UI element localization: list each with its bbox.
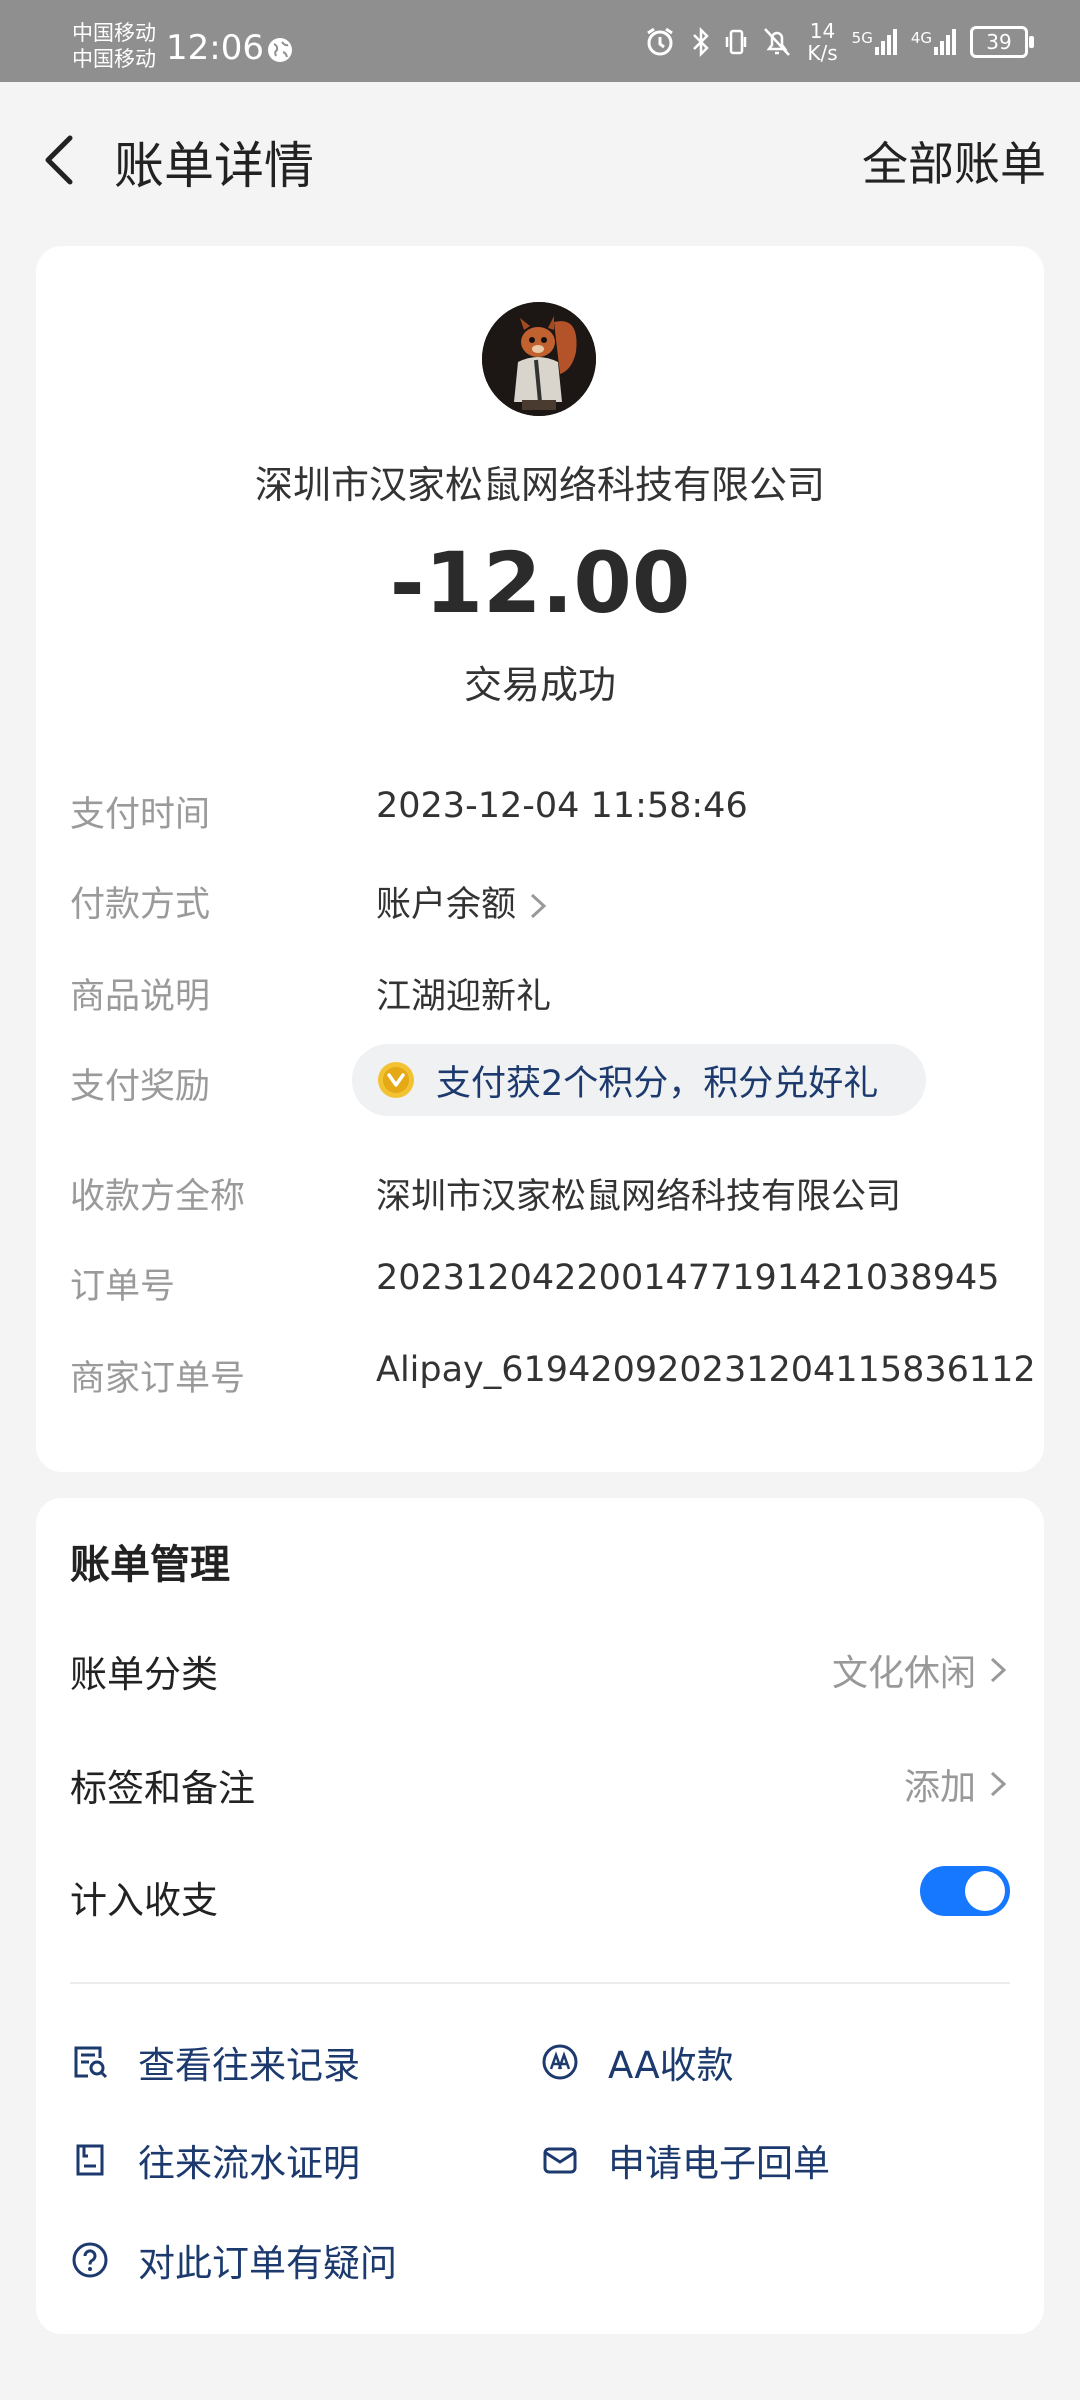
detail-value: 深圳市汉家松鼠网络科技有限公司: [376, 1177, 902, 1217]
detail-label: 商品说明: [70, 977, 211, 1017]
category-value: 文化休闲: [831, 1653, 976, 1694]
divider: [70, 1982, 1010, 1984]
status-time: 12:06: [166, 28, 264, 68]
aa-icon: [542, 2044, 578, 2080]
detail-row-merchant-order-no: 商家订单号 Alipay_61942092023120411583611​2: [70, 1350, 1036, 1410]
merchant-name: 深圳市汉家松鼠网络科技有限公司: [254, 463, 825, 507]
toggle-knob: [965, 1871, 1005, 1911]
carrier-info: 中国移动 中国移动: [72, 20, 156, 72]
net-speed: 14 K/s: [807, 20, 837, 64]
pay-method-link[interactable]: 账户余额: [376, 876, 550, 927]
battery-icon: 39: [970, 26, 1034, 58]
category-label: 账单分类: [70, 1653, 218, 1696]
signal-5g-bars-icon: [874, 29, 897, 55]
status-bar: 中国移动 中国移动 12:06 14 K/s 5G 4G 39: [0, 0, 1080, 82]
tags-notes-row[interactable]: 标签和备注 添加: [70, 1758, 1010, 1818]
vibrate-icon: [726, 29, 747, 55]
section-title: 账单管理: [70, 1542, 230, 1588]
detail-label: 支付奖励: [70, 1067, 211, 1107]
question-icon: [72, 2242, 108, 2278]
include-label: 计入收支: [70, 1879, 218, 1922]
squirrel-avatar-icon: [482, 302, 596, 416]
mute-bell-icon: [764, 28, 791, 56]
e-receipt-label: 申请电子回单: [608, 2142, 830, 2185]
order-question-label: 对此订单有疑问: [138, 2242, 397, 2285]
reward-pill[interactable]: 支付获2个积分，积分兑好礼: [352, 1044, 926, 1116]
detail-value: 2023120422001477191421038945: [376, 1258, 1000, 1298]
alarm-icon: [647, 27, 674, 56]
detail-value: 2023-12-04 11:58:46: [376, 786, 748, 826]
battery-level: 39: [986, 30, 1012, 54]
bluetooth-icon: [693, 26, 710, 58]
include-in-stats-row: 计入收支: [70, 1866, 1010, 1930]
flow-proof-action[interactable]: 往来流水证明: [70, 2132, 360, 2188]
aa-collect-action[interactable]: AA收款: [540, 2034, 734, 2090]
category-value-link[interactable]: 文化休闲: [832, 1644, 1010, 1696]
detail-row-pay-time: 支付时间 2023-12-04 11:58:46: [70, 786, 1030, 846]
carrier-2: 中国移动: [72, 47, 156, 71]
record-search-icon: [74, 2046, 108, 2079]
chevron-right-icon: [531, 893, 547, 919]
back-arrow-icon[interactable]: [30, 124, 90, 194]
page-title: 账单详情: [114, 137, 314, 195]
view-history-action[interactable]: 查看往来记录: [70, 2034, 360, 2090]
reward-text: 支付获2个积分，积分兑好礼: [436, 1063, 879, 1104]
chevron-right-icon: [990, 1771, 1007, 1797]
transaction-status: 交易成功: [463, 663, 616, 707]
all-bills-link[interactable]: 全部账单: [862, 128, 1046, 194]
detail-label: 订单号: [70, 1267, 176, 1307]
detail-label: 付款方式: [70, 885, 211, 925]
document-icon: [76, 2144, 104, 2176]
order-question-action[interactable]: 对此订单有疑问: [70, 2232, 397, 2288]
transaction-amount: -12.00: [389, 534, 691, 632]
detail-value: Alipay_61942092023120411583611​2: [376, 1350, 1036, 1390]
tags-label: 标签和备注: [70, 1767, 255, 1810]
signal-4g-bars-icon: [934, 29, 956, 55]
detail-row-pay-method[interactable]: 付款方式 账户余额: [70, 876, 1030, 936]
mail-icon: [543, 2147, 577, 2174]
chevron-right-icon: [990, 1657, 1007, 1683]
detail-label: 收款方全称: [70, 1177, 246, 1217]
signal-5g: 5G: [852, 29, 897, 55]
bill-manage-card: 账单管理 账单分类 文化休闲 标签和备注 添加 计入收支 查看往来记录 AA收款…: [36, 1498, 1044, 2334]
tags-value: 添加: [903, 1767, 976, 1808]
globe-icon: [268, 38, 292, 62]
detail-label: 支付时间: [70, 795, 211, 835]
detail-row-reward: 支付奖励 支付获2个积分，积分兑好礼: [70, 1044, 1030, 1118]
net-speed-value: 14: [809, 19, 836, 43]
tags-add-link[interactable]: 添加: [904, 1758, 1010, 1810]
coin-icon: [378, 1062, 414, 1098]
flow-proof-label: 往来流水证明: [138, 2142, 360, 2185]
detail-row-order-no: 订单号 2023120422001477191421038945: [70, 1258, 1030, 1318]
signal-5g-label: 5G: [851, 29, 873, 47]
detail-label: 商家订单号: [70, 1359, 246, 1399]
signal-4g: 4G: [911, 29, 956, 55]
bill-detail-card: 深圳市汉家松鼠网络科技有限公司 -12.00 交易成功 支付时间 2023-12…: [36, 246, 1044, 1472]
net-speed-unit: K/s: [807, 41, 838, 65]
view-history-label: 查看往来记录: [138, 2044, 360, 2087]
bill-category-row[interactable]: 账单分类 文化休闲: [70, 1644, 1010, 1704]
merchant-avatar: [482, 302, 596, 416]
detail-value: 账户余额: [376, 885, 517, 925]
status-icons: 14 K/s 5G 4G 39: [643, 20, 1034, 64]
signal-4g-label: 4G: [910, 29, 932, 47]
include-toggle[interactable]: [920, 1866, 1010, 1916]
detail-row-product: 商品说明 江湖迎新礼: [70, 968, 1030, 1028]
detail-row-payee: 收款方全称 深圳市汉家松鼠网络科技有限公司: [70, 1168, 1030, 1228]
nav-header: 账单详情 全部账单: [0, 82, 1080, 232]
aa-collect-label: AA收款: [608, 2044, 734, 2087]
e-receipt-action[interactable]: 申请电子回单: [540, 2132, 830, 2188]
detail-value: 江湖迎新礼: [376, 977, 552, 1017]
carrier-1: 中国移动: [72, 21, 156, 45]
